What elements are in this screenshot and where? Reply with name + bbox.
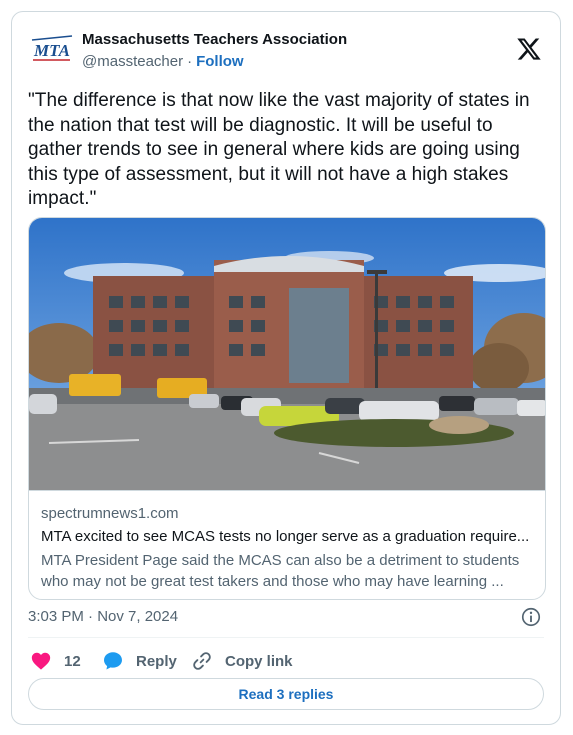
reply-button[interactable]: Reply [102, 647, 177, 675]
heart-icon [31, 652, 51, 670]
read-replies-label: Read 3 replies [238, 686, 334, 702]
divider [28, 637, 544, 638]
copy-link-label: Copy link [225, 652, 293, 670]
like-count: 12 [64, 652, 81, 670]
reply-bubble-icon [104, 652, 122, 670]
link-title[interactable]: MTA excited to see MCAS tests no longer … [41, 528, 537, 545]
copy-link-button[interactable]: Copy link [191, 647, 293, 675]
author-handle[interactable]: @massteacher [82, 53, 183, 70]
mta-logo-text: MTA [33, 41, 70, 60]
handle-separator: · [187, 53, 193, 70]
mta-logo[interactable]: MTA [30, 34, 74, 64]
link-preview-image [29, 218, 545, 490]
author-name[interactable]: Massachusetts Teachers Association [82, 31, 347, 48]
info-icon[interactable] [520, 606, 542, 628]
x-logo-icon[interactable] [516, 36, 542, 62]
author-handle-row: @massteacher · Follow [82, 53, 244, 70]
link-chain-icon [193, 652, 211, 670]
link-preview-card[interactable]: spectrumnews1.com MTA excited to see MCA… [28, 217, 546, 600]
like-button[interactable]: 12 [30, 647, 81, 675]
tweet-embed-card: MTA Massachusetts Teachers Association @… [11, 11, 561, 725]
tweet-text: "The difference is that now like the vas… [28, 90, 530, 209]
link-domain: spectrumnews1.com [41, 505, 179, 522]
tweet-header: MTA Massachusetts Teachers Association @… [28, 26, 544, 74]
follow-button[interactable]: Follow [196, 53, 244, 70]
tweet-actions: 12 Reply Copy link [28, 647, 544, 675]
tweet-timestamp[interactable]: 3:03 PM · Nov 7, 2024 [28, 608, 178, 625]
link-preview-meta: spectrumnews1.com MTA excited to see MCA… [29, 490, 545, 599]
reply-label: Reply [136, 652, 177, 670]
link-description: MTA President Page said the MCAS can als… [41, 552, 520, 590]
read-replies-button[interactable]: Read 3 replies [28, 678, 544, 710]
